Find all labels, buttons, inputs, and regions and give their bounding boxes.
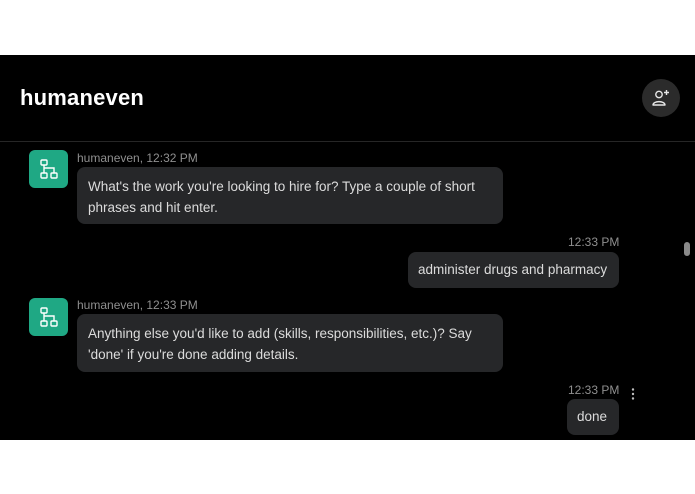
scrollbar-thumb[interactable]: [684, 242, 690, 256]
message-time: 12:33 PM: [568, 383, 620, 397]
message-bubble: What's the work you're looking to hire f…: [77, 167, 503, 224]
message-bubble: Anything else you'd like to add (skills,…: [77, 314, 503, 372]
add-user-icon: [652, 90, 669, 106]
message-bubble: done: [567, 399, 619, 435]
add-user-button[interactable]: [642, 79, 680, 117]
message-meta: humaneven, 12:32 PM: [77, 151, 198, 165]
message-time: 12:33 PM: [568, 235, 620, 249]
chat-window: humaneven humaneven, 12:32 PM What's the…: [0, 55, 695, 440]
bot-avatar: [29, 150, 68, 188]
chat-header: humaneven: [0, 55, 695, 142]
chat-title: humaneven: [20, 85, 145, 110]
message-meta: humaneven, 12:33 PM: [77, 298, 198, 312]
more-options-icon[interactable]: [628, 387, 638, 401]
flowchart-icon: [39, 307, 58, 327]
message-bubble: administer drugs and pharmacy: [408, 252, 619, 288]
bot-avatar: [29, 298, 68, 336]
flowchart-icon: [39, 159, 58, 179]
